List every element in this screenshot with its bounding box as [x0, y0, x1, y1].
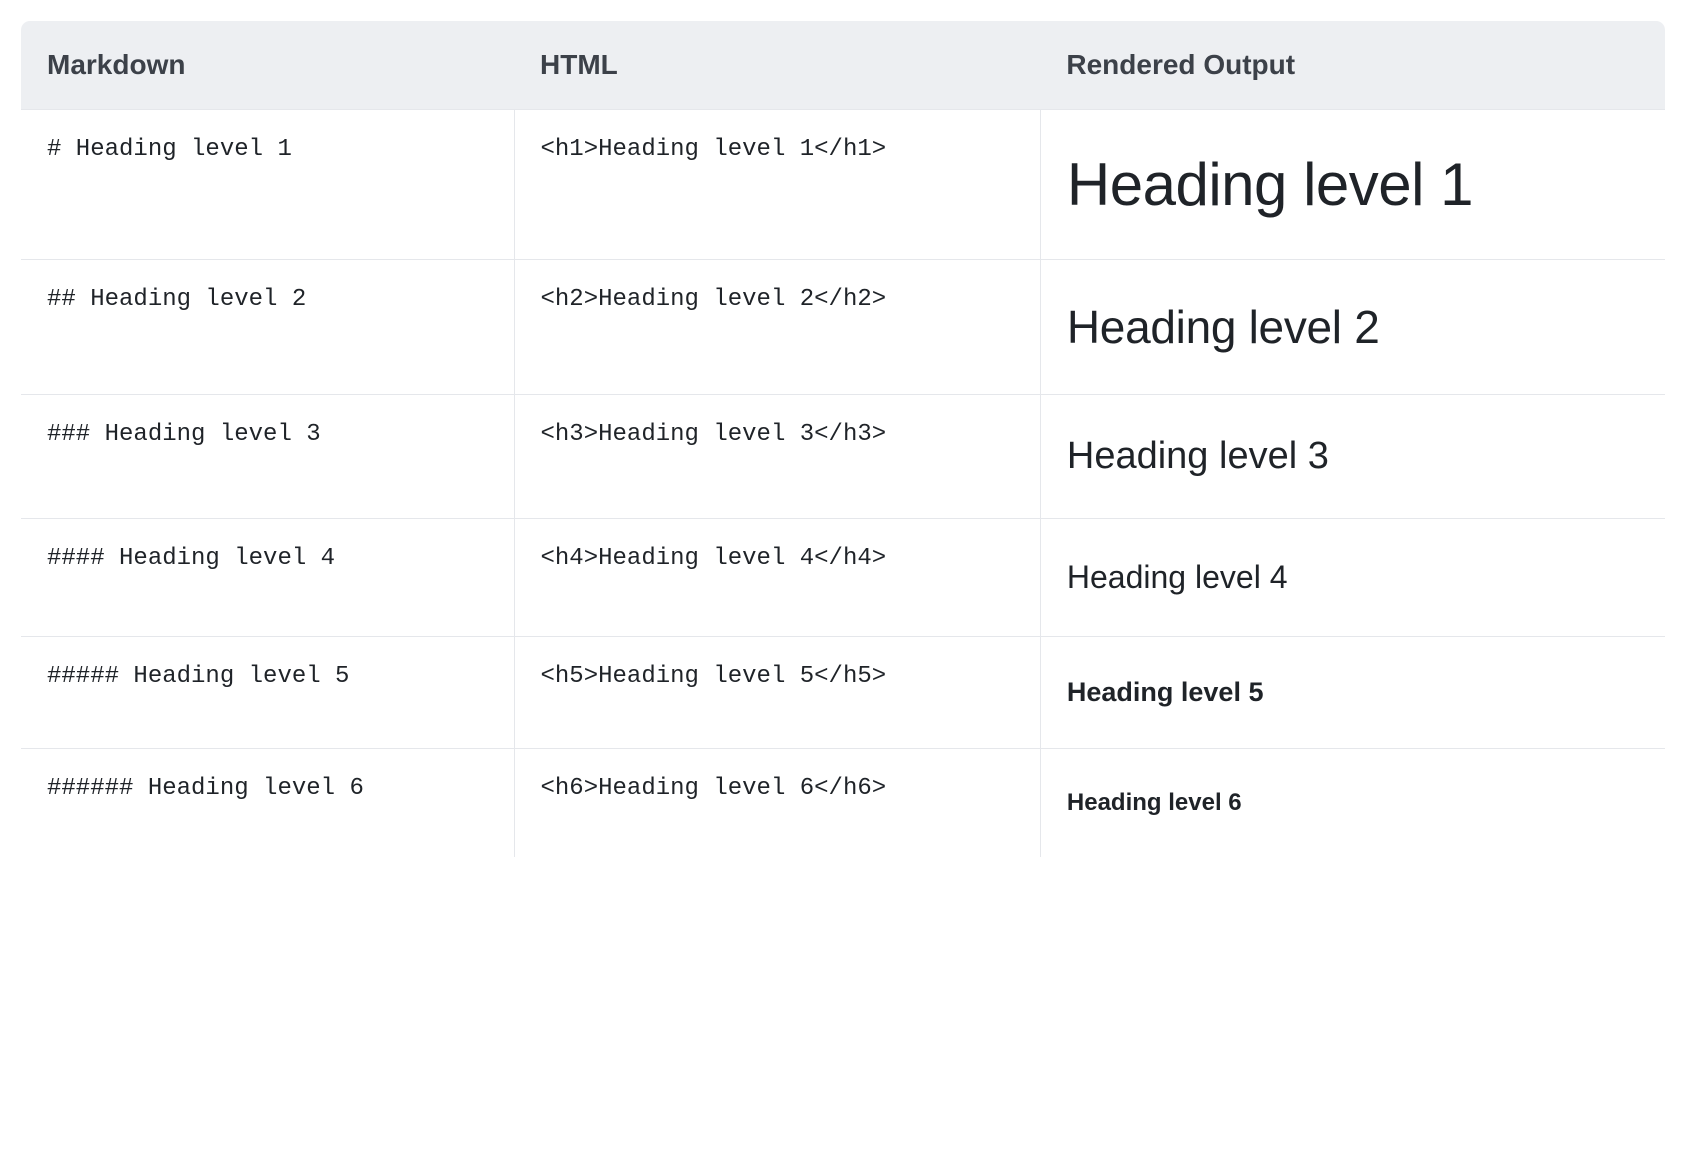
markdown-cell: # Heading level 1 [21, 110, 515, 260]
table-row: ###### Heading level 6 <h6>Heading level… [21, 749, 1666, 858]
table-row: ### Heading level 3 <h3>Heading level 3<… [21, 395, 1666, 519]
column-header-markdown: Markdown [21, 21, 515, 110]
table-header-row: Markdown HTML Rendered Output [21, 21, 1666, 110]
column-header-html: HTML [514, 21, 1040, 110]
rendered-heading: Heading level 2 [1067, 300, 1639, 354]
html-cell: <h6>Heading level 6</h6> [514, 749, 1040, 858]
markdown-cell: ### Heading level 3 [21, 395, 515, 519]
column-header-rendered: Rendered Output [1040, 21, 1665, 110]
rendered-cell: Heading level 3 [1040, 395, 1665, 519]
rendered-cell: Heading level 4 [1040, 519, 1665, 637]
html-cell: <h4>Heading level 4</h4> [514, 519, 1040, 637]
markdown-cell: ###### Heading level 6 [21, 749, 515, 858]
rendered-heading: Heading level 1 [1067, 150, 1639, 219]
html-cell: <h3>Heading level 3</h3> [514, 395, 1040, 519]
markdown-cell: ## Heading level 2 [21, 260, 515, 395]
rendered-cell: Heading level 2 [1040, 260, 1665, 395]
rendered-heading: Heading level 4 [1067, 559, 1639, 596]
rendered-heading: Heading level 5 [1067, 677, 1639, 708]
rendered-cell: Heading level 5 [1040, 637, 1665, 749]
table-row: ## Heading level 2 <h2>Heading level 2</… [21, 260, 1666, 395]
rendered-cell: Heading level 1 [1040, 110, 1665, 260]
rendered-cell: Heading level 6 [1040, 749, 1665, 858]
html-cell: <h2>Heading level 2</h2> [514, 260, 1040, 395]
html-cell: <h5>Heading level 5</h5> [514, 637, 1040, 749]
table-row: ##### Heading level 5 <h5>Heading level … [21, 637, 1666, 749]
html-cell: <h1>Heading level 1</h1> [514, 110, 1040, 260]
table-row: # Heading level 1 <h1>Heading level 1</h… [21, 110, 1666, 260]
markdown-cell: #### Heading level 4 [21, 519, 515, 637]
headings-reference-table: Markdown HTML Rendered Output # Heading … [20, 20, 1666, 858]
markdown-cell: ##### Heading level 5 [21, 637, 515, 749]
table-row: #### Heading level 4 <h4>Heading level 4… [21, 519, 1666, 637]
rendered-heading: Heading level 3 [1067, 435, 1639, 478]
rendered-heading: Heading level 6 [1067, 789, 1639, 817]
